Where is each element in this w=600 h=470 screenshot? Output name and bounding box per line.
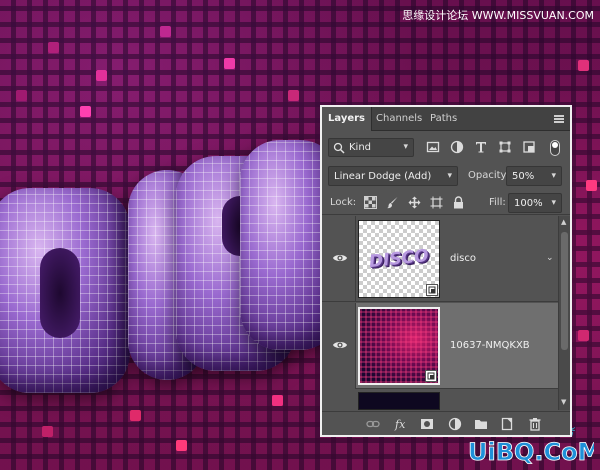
bright-tile bbox=[130, 410, 141, 421]
adjustment-layer-icon[interactable] bbox=[448, 417, 462, 431]
chevron-down-icon[interactable]: ⌄ bbox=[546, 253, 554, 263]
scroll-down-icon[interactable]: ▼ bbox=[561, 398, 566, 406]
bright-tile bbox=[48, 42, 59, 53]
search-icon bbox=[333, 142, 345, 154]
bright-tile bbox=[272, 395, 283, 406]
bright-tile bbox=[224, 58, 235, 69]
layers-scrollbar[interactable]: ▲ ▼ bbox=[558, 216, 570, 410]
link-layers-icon[interactable] bbox=[366, 417, 380, 431]
smart-object-filter-icon[interactable] bbox=[522, 140, 536, 154]
lock-transparent-pixels-icon[interactable] bbox=[364, 196, 377, 209]
chevron-down-icon: ▾ bbox=[447, 171, 452, 181]
layers-list: DISCO disco ⌄ 10637-NMQKXB bbox=[322, 216, 558, 410]
layers-panel: Layers Channels Paths Kind ▾ Linear Dodg… bbox=[320, 105, 572, 437]
chevron-down-icon[interactable]: ▾ bbox=[551, 198, 556, 208]
add-mask-icon[interactable] bbox=[420, 417, 434, 431]
trash-icon[interactable] bbox=[528, 417, 542, 431]
smart-object-badge-icon bbox=[425, 370, 437, 382]
folder-group-icon[interactable] bbox=[474, 417, 488, 431]
scrollbar-thumb[interactable] bbox=[561, 232, 568, 350]
opacity-label: Opacity: bbox=[468, 170, 510, 181]
layer-thumbnail[interactable] bbox=[358, 392, 440, 410]
type-filter-icon[interactable] bbox=[474, 140, 488, 154]
tab-layers[interactable]: Layers bbox=[322, 107, 372, 131]
move-icon[interactable] bbox=[408, 196, 421, 209]
logo-big-text: UiBQ.CoM bbox=[468, 438, 594, 466]
layer-name[interactable]: disco bbox=[450, 253, 476, 264]
image-filter-icon[interactable] bbox=[426, 140, 440, 154]
panel-menu-icon[interactable] bbox=[554, 115, 564, 123]
layer-thumbnail[interactable] bbox=[358, 307, 440, 385]
letter-d bbox=[0, 188, 130, 393]
fill-value: 100% bbox=[514, 198, 543, 209]
watermark-text: 思缘设计论坛 WWW.MISSVUAN.COM bbox=[402, 9, 594, 22]
panel-tabbar: Layers Channels Paths bbox=[322, 107, 570, 131]
layer-row-10637-nmqkxb[interactable]: 10637-NMQKXB bbox=[322, 303, 558, 389]
shape-filter-icon[interactable] bbox=[498, 140, 512, 154]
brush-icon[interactable] bbox=[386, 196, 399, 209]
scroll-up-icon[interactable]: ▲ bbox=[561, 218, 566, 226]
lock-label: Lock: bbox=[330, 197, 357, 208]
artboard-lock-icon[interactable] bbox=[430, 196, 443, 209]
bright-tile bbox=[586, 180, 597, 191]
bright-tile bbox=[16, 90, 27, 101]
kind-filter-select[interactable]: Kind ▾ bbox=[328, 138, 414, 157]
bright-tile bbox=[288, 90, 299, 101]
fill-input[interactable]: 100% ▾ bbox=[508, 193, 562, 213]
thumbnail-text: DISCO bbox=[368, 245, 430, 273]
bright-tile bbox=[96, 70, 107, 81]
tab-paths[interactable]: Paths bbox=[424, 107, 463, 131]
blend-mode-value: Linear Dodge (Add) bbox=[334, 171, 432, 182]
kind-label: Kind bbox=[349, 142, 372, 153]
smart-object-badge-icon bbox=[426, 284, 438, 296]
layer-name[interactable]: 10637-NMQKXB bbox=[450, 340, 530, 351]
lock-row: Lock: Fill: 100% ▾ bbox=[322, 191, 570, 215]
blend-mode-select[interactable]: Linear Dodge (Add) ▾ bbox=[328, 166, 458, 186]
filter-toggle-switch[interactable] bbox=[550, 140, 560, 156]
svg-text:fx: fx bbox=[394, 418, 406, 431]
chevron-down-icon: ▾ bbox=[403, 142, 408, 152]
opacity-input[interactable]: 50% ▾ bbox=[506, 166, 562, 186]
visibility-eye-icon[interactable] bbox=[332, 252, 348, 264]
bright-tile bbox=[80, 106, 91, 117]
bright-tile bbox=[578, 60, 589, 71]
bright-tile bbox=[160, 26, 171, 37]
blend-row: Linear Dodge (Add) ▾ Opacity: 50% ▾ bbox=[322, 163, 570, 189]
tab-channels[interactable]: Channels bbox=[370, 107, 428, 131]
bright-tile bbox=[42, 426, 53, 437]
layer-row-partial[interactable] bbox=[322, 390, 558, 410]
layers-bottom-toolbar: fx bbox=[322, 411, 570, 435]
visibility-eye-icon[interactable] bbox=[332, 339, 348, 351]
layer-thumbnail[interactable]: DISCO bbox=[358, 220, 440, 298]
opacity-value: 50% bbox=[512, 171, 535, 182]
lock-all-icon[interactable] bbox=[452, 196, 465, 209]
fill-label: Fill: bbox=[489, 197, 506, 208]
chevron-down-icon[interactable]: ▾ bbox=[551, 171, 556, 181]
bright-tile bbox=[176, 440, 187, 451]
bright-tile bbox=[578, 330, 589, 341]
fx-layer-style-icon[interactable]: fx bbox=[394, 417, 408, 431]
filter-row: Kind ▾ bbox=[322, 135, 570, 161]
adjustment-filter-icon[interactable] bbox=[450, 140, 464, 154]
new-layer-icon[interactable] bbox=[500, 417, 514, 431]
layer-row-disco[interactable]: DISCO disco ⌄ bbox=[322, 216, 558, 302]
